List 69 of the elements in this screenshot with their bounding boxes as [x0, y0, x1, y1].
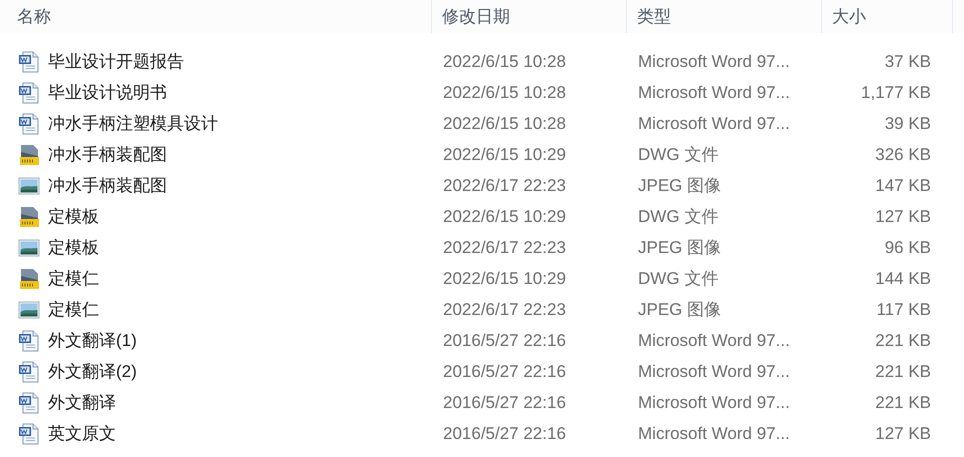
file-size: 221 KB: [875, 330, 931, 350]
file-name[interactable]: 毕业设计说明书: [48, 80, 167, 106]
file-name[interactable]: 外文翻译(2): [48, 358, 137, 384]
modified-date: 2016/5/27 22:16: [443, 392, 566, 412]
file-type: JPEG 图像: [638, 238, 722, 257]
file-name[interactable]: 定模板: [48, 204, 99, 230]
file-size: 221 KB: [875, 362, 931, 381]
file-size: 96 KB: [884, 238, 931, 257]
document-icon: [18, 360, 40, 382]
modified-date: 2022/6/17 22:23: [443, 300, 566, 319]
file-type: DWG 文件: [638, 268, 718, 288]
file-size: 127 KB: [875, 206, 931, 226]
document-icon: [18, 50, 40, 72]
file-size: 39 KB: [884, 114, 931, 133]
modified-date: 2022/6/15 10:28: [443, 114, 566, 133]
column-header[interactable]: 类型: [627, 0, 822, 33]
modified-date: 2016/5/27 22:16: [443, 362, 566, 381]
file-name[interactable]: 冲水手柄装配图: [48, 172, 167, 198]
file-type: Microsoft Word 97...: [638, 52, 790, 71]
file-size: 144 KB: [875, 268, 931, 288]
image-file-icon: [18, 236, 40, 258]
file-size: 127 KB: [875, 424, 931, 443]
modified-date: 2016/5/27 22:16: [443, 330, 566, 350]
column-header[interactable]: 修改日期: [432, 0, 627, 33]
file-size: 147 KB: [875, 176, 931, 195]
modified-date: 2022/6/15 10:29: [443, 144, 566, 164]
image-file-icon: [18, 298, 40, 320]
file-type: Microsoft Word 97...: [638, 114, 790, 133]
image-file-icon: [18, 174, 40, 196]
file-size: 221 KB: [875, 392, 931, 412]
modified-date: 2016/5/27 22:16: [443, 424, 566, 443]
file-size: 1,177 KB: [861, 82, 931, 102]
file-name[interactable]: 冲水手柄装配图: [48, 142, 167, 168]
file-name[interactable]: 外文翻译: [48, 390, 116, 416]
modified-date: 2022/6/15 10:29: [443, 268, 566, 288]
document-icon: [18, 422, 40, 444]
drawing-file-icon: [18, 144, 40, 166]
document-icon: [18, 392, 40, 414]
file-type: DWG 文件: [638, 144, 718, 164]
file-size: 326 KB: [875, 144, 931, 164]
modified-date: 2022/6/17 22:23: [443, 238, 566, 257]
file-type: Microsoft Word 97...: [638, 362, 790, 381]
file-type: Microsoft Word 97...: [638, 82, 790, 102]
modified-date: 2022/6/15 10:28: [443, 82, 566, 102]
document-icon: [18, 112, 40, 134]
modified-date: 2022/6/15 10:29: [443, 206, 566, 226]
column-header[interactable]: 名称: [0, 0, 432, 33]
file-name[interactable]: 英文原文: [48, 420, 116, 446]
modified-date: 2022/6/17 22:23: [443, 176, 566, 195]
file-type: JPEG 图像: [638, 176, 722, 195]
file-name[interactable]: 定模仁: [48, 296, 99, 322]
file-type: Microsoft Word 97...: [638, 392, 790, 412]
file-name[interactable]: 定模仁: [48, 266, 99, 292]
column-header[interactable]: 大小: [822, 0, 953, 33]
document-icon: [18, 330, 40, 352]
drawing-file-icon: [18, 268, 40, 290]
file-name[interactable]: 外文翻译(1): [48, 328, 137, 354]
file-name[interactable]: 定模板: [48, 234, 99, 260]
file-type: JPEG 图像: [638, 300, 722, 319]
file-name[interactable]: 冲水手柄注塑模具设计: [48, 110, 218, 136]
file-type: Microsoft Word 97...: [638, 424, 790, 443]
file-size: 117 KB: [876, 300, 931, 319]
document-icon: [18, 82, 40, 104]
file-size: 37 KB: [884, 52, 931, 71]
file-name[interactable]: 毕业设计开题报告: [48, 48, 184, 74]
drawing-file-icon: [18, 206, 40, 228]
file-type: DWG 文件: [638, 206, 718, 226]
modified-date: 2022/6/15 10:28: [443, 52, 566, 71]
file-type: Microsoft Word 97...: [638, 330, 790, 350]
